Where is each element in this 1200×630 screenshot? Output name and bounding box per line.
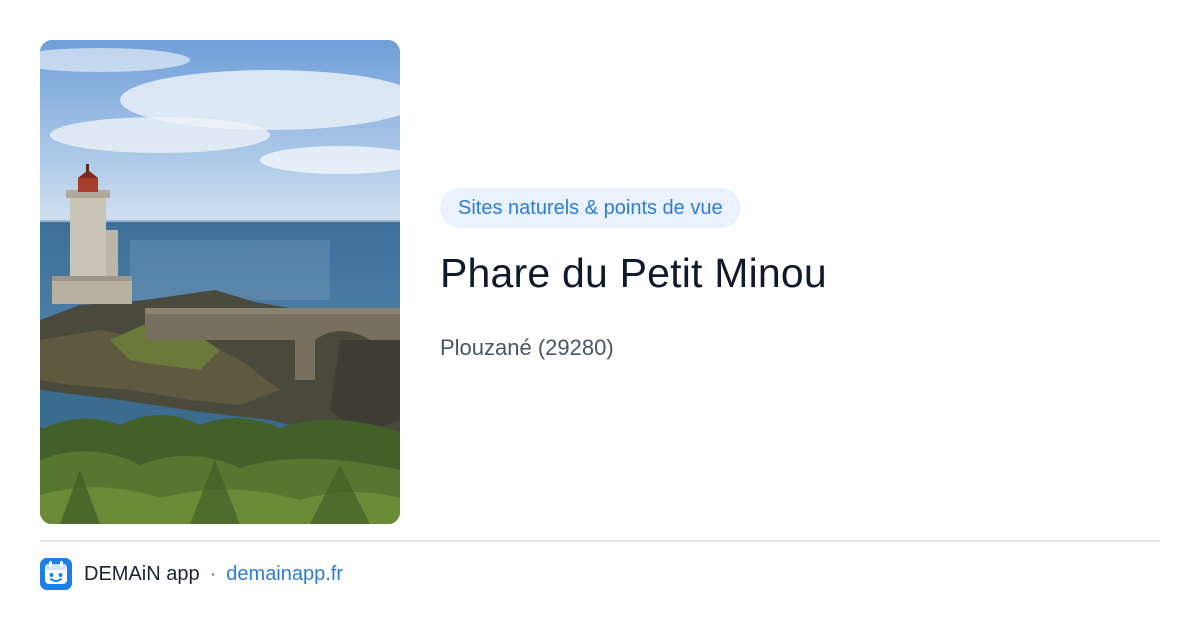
place-info: Sites naturels & points de vue Phare du … [440,188,1160,362]
lighthouse-photo [40,40,400,524]
category-badge: Sites naturels & points de vue [440,188,741,228]
place-share-card: Sites naturels & points de vue Phare du … [0,0,1200,630]
place-location: Plouzané (29280) [440,335,614,360]
demain-app-logo-icon [40,558,72,590]
app-website-link[interactable]: demainapp.fr [226,563,343,586]
footer: DEMAiN app · demainapp.fr [40,557,343,591]
place-title: Phare du Petit Minou [440,250,827,296]
footer-separator: · [209,562,217,585]
place-photo [40,40,400,524]
app-name: DEMAiN app [84,562,200,585]
divider [40,540,1160,542]
